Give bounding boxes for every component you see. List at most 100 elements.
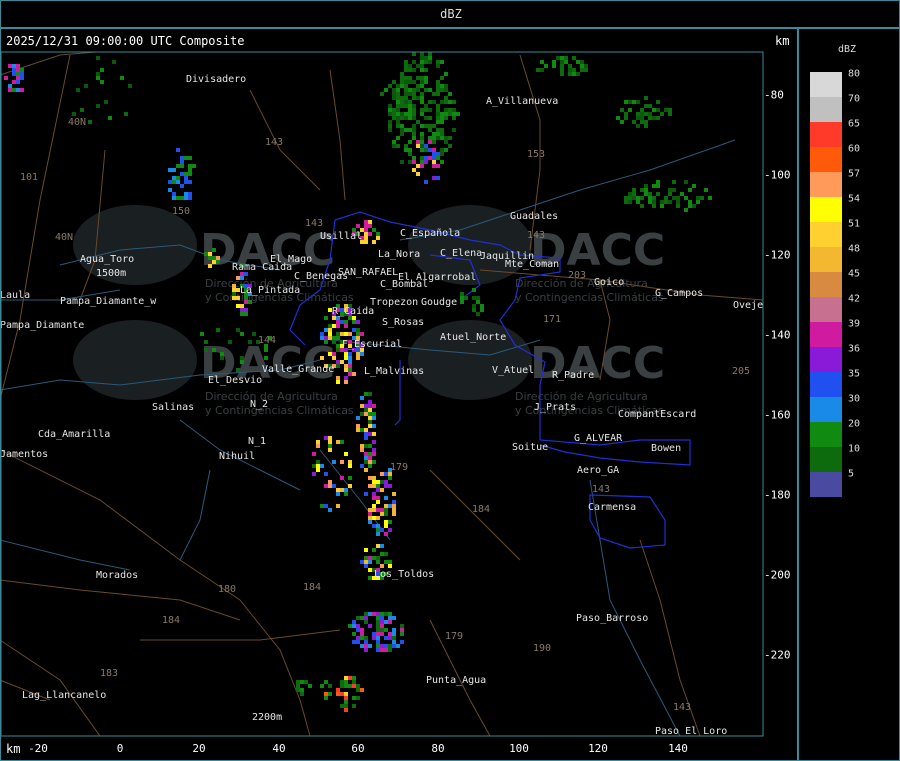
radar-echo-cell (364, 408, 368, 412)
radar-echo-cell (304, 680, 308, 684)
place-label: N_2 (250, 399, 268, 410)
radar-echo-cell (436, 116, 440, 120)
radar-echo-cell (368, 420, 372, 424)
radar-echo-cell (420, 108, 424, 112)
radar-echo-cell (208, 256, 212, 260)
radar-echo-cell (480, 304, 484, 308)
radar-echo-cell (360, 428, 364, 432)
radar-echo-cell (376, 516, 380, 520)
radar-echo-cell (200, 332, 204, 336)
radar-echo-cell (420, 164, 424, 168)
place-label: Pampa_Diamante_w (60, 296, 157, 307)
radar-echo-cell (336, 688, 340, 692)
route-number: 153 (527, 149, 545, 160)
radar-echo-cell (356, 328, 360, 332)
radar-echo-cell (628, 200, 632, 204)
radar-echo-cell (320, 684, 324, 688)
radar-echo-cell (424, 88, 428, 92)
radar-echo-cell (648, 196, 652, 200)
radar-echo-cell (368, 424, 372, 428)
radar-echo-cell (440, 88, 444, 92)
radar-echo-cell (384, 636, 388, 640)
radar-echo-cell (388, 644, 392, 648)
radar-echo-cell (404, 80, 408, 84)
radar-echo-cell (324, 696, 328, 700)
radar-echo-cell (364, 556, 368, 560)
radar-echo-cell (348, 356, 352, 360)
radar-echo-cell (368, 224, 372, 228)
radar-echo-cell (644, 184, 648, 188)
y-axis-tick: -120 (764, 248, 791, 262)
radar-echo-cell (392, 500, 396, 504)
radar-echo-cell (392, 632, 396, 636)
radar-echo-cell (372, 228, 376, 232)
radar-echo-cell (388, 484, 392, 488)
radar-echo-cell (172, 180, 176, 184)
radar-echo-cell (640, 112, 644, 116)
radar-echo-cell (364, 560, 368, 564)
radar-echo-cell (240, 356, 244, 360)
legend-swatch (810, 222, 842, 247)
radar-echo-cell (416, 172, 420, 176)
radar-echo-cell (400, 160, 404, 164)
radar-echo-cell (552, 64, 556, 68)
radar-echo-cell (384, 532, 388, 536)
radar-echo-cell (364, 636, 368, 640)
radar-echo-cell (348, 464, 352, 468)
radar-echo-cell (440, 136, 444, 140)
radar-echo-cell (376, 524, 380, 528)
radar-echo-cell (412, 124, 416, 128)
radar-echo-cell (408, 160, 412, 164)
place-label: SAN_RAFAEL (338, 267, 398, 278)
radar-echo-cell (360, 644, 364, 648)
radar-echo-cell (360, 412, 364, 416)
radar-echo-cell (704, 188, 708, 192)
radar-echo-cell (372, 524, 376, 528)
route-number: 190 (533, 643, 551, 654)
radar-map[interactable]: DACC DACC DACC DACC Dirección de Agricul… (0, 0, 798, 761)
radar-echo-cell (176, 148, 180, 152)
radar-echo-cell (656, 108, 660, 112)
radar-echo-cell (392, 116, 396, 120)
radar-echo-cell (380, 624, 384, 628)
radar-echo-cell (356, 224, 360, 228)
radar-echo-cell (692, 204, 696, 208)
radar-echo-cell (352, 624, 356, 628)
place-label: Morados (96, 570, 138, 581)
radar-echo-cell (420, 100, 424, 104)
radar-echo-cell (652, 108, 656, 112)
radar-echo-cell (344, 676, 348, 680)
radar-echo-cell (104, 100, 108, 104)
radar-echo-cell (368, 508, 372, 512)
place-label: C_Bombal (380, 279, 428, 290)
radar-echo-cell (404, 116, 408, 120)
legend-label: 48 (848, 243, 861, 255)
radar-echo-cell (416, 120, 420, 124)
radar-echo-cell (340, 320, 344, 324)
radar-echo-cell (636, 200, 640, 204)
radar-echo-cell (628, 196, 632, 200)
radar-echo-cell (380, 628, 384, 632)
radar-echo-cell (376, 620, 380, 624)
radar-echo-cell (384, 520, 388, 524)
radar-echo-cell (392, 504, 396, 508)
radar-echo-cell (404, 84, 408, 88)
radar-echo-cell (404, 144, 408, 148)
radar-echo-cell (388, 108, 392, 112)
radar-echo-cell (364, 436, 368, 440)
radar-echo-cell (372, 548, 376, 552)
radar-echo-cell (668, 200, 672, 204)
radar-echo-cell (364, 644, 368, 648)
radar-echo-cell (320, 336, 324, 340)
radar-echo-cell (344, 452, 348, 456)
radar-echo-cell (428, 108, 432, 112)
radar-echo-cell (424, 68, 428, 72)
legend-label: 65 (848, 118, 861, 130)
radar-echo-cell (364, 428, 368, 432)
radar-echo-cell (336, 504, 340, 508)
y-axis-tick: -140 (764, 328, 791, 342)
radar-echo-cell (392, 636, 396, 640)
radar-echo-cell (412, 60, 416, 64)
radar-echo-cell (16, 64, 20, 68)
radar-echo-cell (372, 432, 376, 436)
